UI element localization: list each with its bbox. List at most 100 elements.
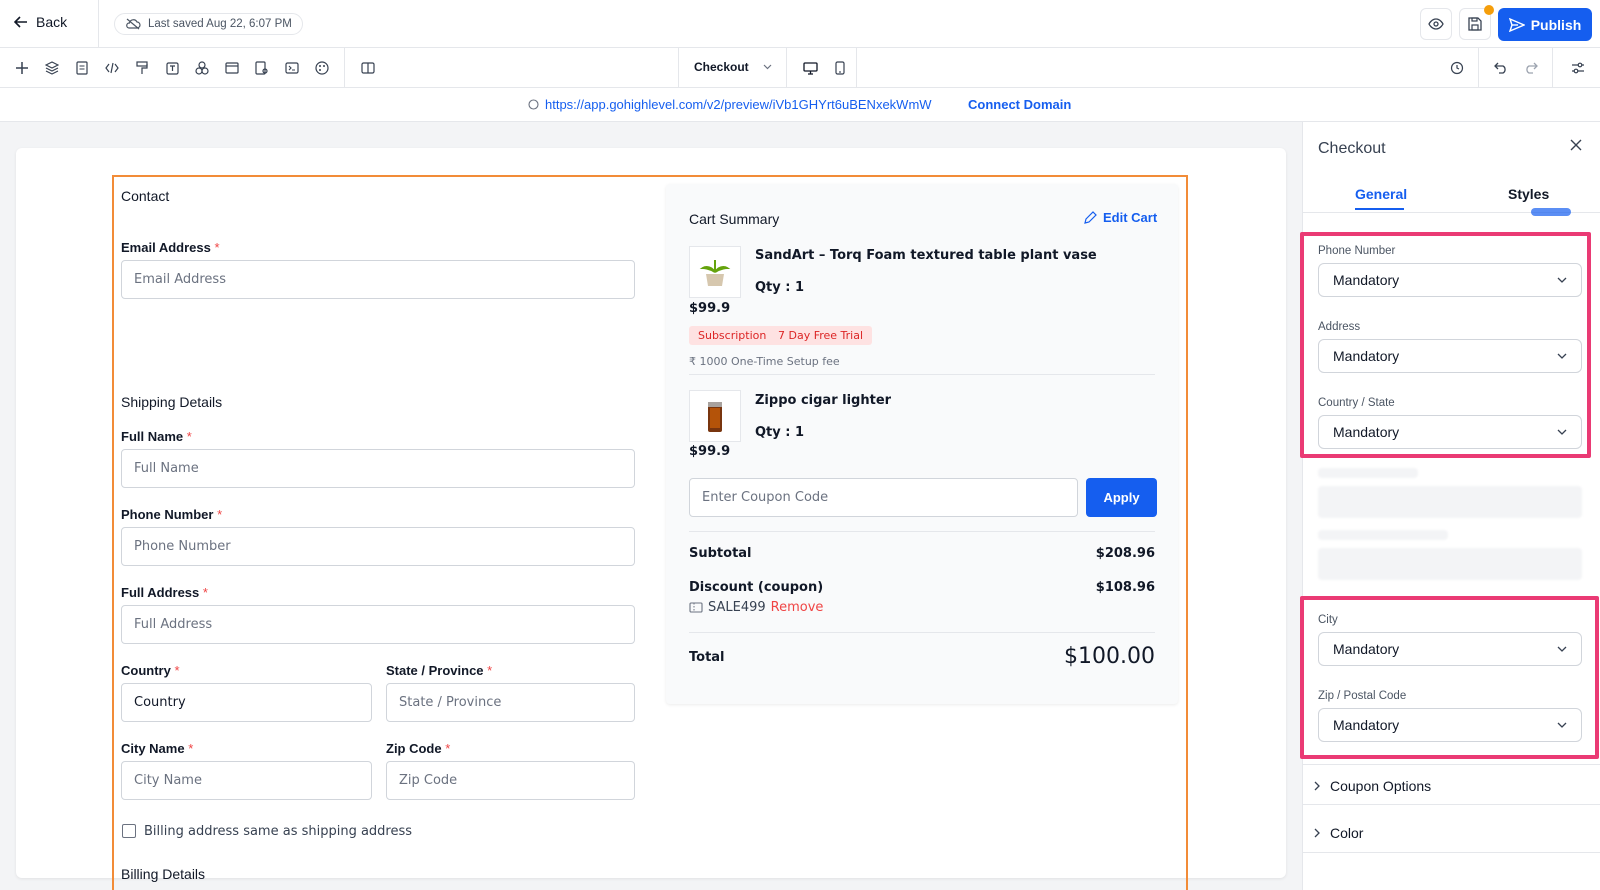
cart-summary-title: Cart Summary <box>689 211 780 227</box>
country-select[interactable]: Country <box>121 683 372 722</box>
discount-value: $108.96 <box>1095 580 1155 595</box>
coupon-code: SALE499 <box>708 600 766 615</box>
applied-coupon: SALE499 Remove <box>689 600 823 615</box>
layers-button[interactable] <box>41 57 63 79</box>
divider <box>786 48 787 88</box>
apply-coupon-button[interactable]: Apply <box>1086 478 1157 517</box>
city-setting-select[interactable]: Mandatory <box>1318 632 1582 666</box>
chevron-down-icon <box>1557 277 1567 283</box>
billing-same-label: Billing address same as shipping address <box>144 824 413 839</box>
country-state-setting-value: Mandatory <box>1333 424 1400 440</box>
city-label: City Name * <box>121 741 194 756</box>
total-label: Total <box>689 650 725 665</box>
country-label: Country * <box>121 663 180 678</box>
fullname-input[interactable]: Full Name <box>121 449 635 488</box>
zip-setting-select[interactable]: Mandatory <box>1318 708 1582 742</box>
billing-section-title: Billing Details <box>121 866 206 882</box>
last-saved-indicator: Last saved Aug 22, 6:07 PM <box>114 13 303 35</box>
preview-url-bar: https://app.gohighlevel.com/v2/preview/i… <box>0 88 1600 122</box>
fullname-label: Full Name * <box>121 429 192 444</box>
phone-icon <box>835 61 845 75</box>
redo-button[interactable] <box>1520 57 1542 79</box>
preview-url-link[interactable]: https://app.gohighlevel.com/v2/preview/i… <box>528 97 932 112</box>
active-tab-indicator <box>1355 208 1404 210</box>
ticket-icon <box>689 602 703 613</box>
zip-setting-label: Zip / Postal Code <box>1318 690 1407 702</box>
settings-toggle-button[interactable] <box>1567 57 1589 79</box>
connect-domain-link[interactable]: Connect Domain <box>968 97 1071 112</box>
coupon-options-section[interactable]: Coupon Options <box>1314 778 1431 794</box>
tab-styles[interactable]: Styles <box>1508 186 1549 202</box>
product-price: $99.9 <box>689 301 731 316</box>
close-panel-button[interactable] <box>1569 138 1583 155</box>
country-state-setting-label: Country / State <box>1318 397 1395 409</box>
code-button[interactable] <box>101 57 123 79</box>
remove-coupon-link[interactable]: Remove <box>771 600 824 615</box>
address-input[interactable]: Full Address <box>121 605 635 644</box>
desktop-view-button[interactable] <box>799 57 821 79</box>
form-search-icon <box>255 61 268 75</box>
state-label: State / Province * <box>386 663 493 678</box>
window-icon <box>225 62 239 74</box>
phone-label: Phone Number * <box>121 507 223 522</box>
country-state-setting-select[interactable]: Mandatory <box>1318 415 1582 449</box>
theme-button[interactable] <box>311 57 333 79</box>
page-selector-label: Checkout <box>694 60 749 74</box>
history-button[interactable] <box>1446 57 1468 79</box>
blurred-content <box>1318 486 1582 518</box>
trial-badge: 7 Day Free Trial <box>769 326 873 345</box>
subtotal-value: $208.96 <box>1095 546 1155 561</box>
mobile-view-button[interactable] <box>829 57 851 79</box>
layers-icon <box>45 61 59 75</box>
billing-same-checkbox[interactable] <box>122 824 136 838</box>
publish-button[interactable]: Publish <box>1498 8 1592 41</box>
send-icon <box>1508 17 1525 32</box>
back-button[interactable]: Back <box>14 14 67 30</box>
blurred-content <box>1318 548 1582 580</box>
section-button[interactable] <box>221 57 243 79</box>
add-element-button[interactable] <box>11 57 33 79</box>
phone-setting-select[interactable]: Mandatory <box>1318 263 1582 297</box>
color-section[interactable]: Color <box>1314 825 1363 841</box>
paint-button[interactable] <box>131 57 153 79</box>
paint-roller-icon <box>136 61 148 74</box>
phone-setting-value: Mandatory <box>1333 272 1400 288</box>
divider <box>98 0 99 48</box>
state-input[interactable]: State / Province <box>386 683 635 722</box>
city-setting-label: City <box>1318 614 1338 626</box>
city-setting-value: Mandatory <box>1333 641 1400 657</box>
redo-icon <box>1526 62 1538 74</box>
chevron-right-icon <box>1314 828 1320 838</box>
split-view-button[interactable] <box>357 57 379 79</box>
total-value: $100.00 <box>1064 644 1155 669</box>
zip-label: Zip Code * <box>386 741 451 756</box>
back-label: Back <box>36 14 68 30</box>
tab-general[interactable]: General <box>1355 186 1407 202</box>
setup-fee-text: ₹ 1000 One-Time Setup fee <box>689 355 840 368</box>
pages-button[interactable] <box>71 57 93 79</box>
forms-button[interactable] <box>251 57 273 79</box>
toggle-switch[interactable] <box>1531 208 1571 216</box>
coupon-input[interactable]: Enter Coupon Code <box>689 478 1078 517</box>
preview-button[interactable] <box>1420 8 1452 40</box>
undo-button[interactable] <box>1490 57 1512 79</box>
text-button[interactable] <box>161 57 183 79</box>
email-input[interactable]: Email Address <box>121 260 635 299</box>
shapes-icon <box>195 61 209 75</box>
shapes-button[interactable] <box>191 57 213 79</box>
edit-cart-button[interactable]: Edit Cart <box>1084 210 1157 225</box>
city-input[interactable]: City Name <box>121 761 372 800</box>
divider <box>678 48 679 88</box>
address-setting-select[interactable]: Mandatory <box>1318 339 1582 373</box>
zip-input[interactable]: Zip Code <box>386 761 635 800</box>
terminal-button[interactable] <box>281 57 303 79</box>
page-selector[interactable]: Checkout <box>694 60 772 74</box>
shipping-section-title: Shipping Details <box>121 394 223 410</box>
product-qty: Qty : 1 <box>755 280 805 295</box>
email-label: Email Address * <box>121 240 220 255</box>
product-name: SandArt – Torq Foam textured table plant… <box>755 248 1097 263</box>
element-settings-panel: Checkout General Styles Phone Number Man… <box>1300 122 1600 890</box>
phone-input[interactable]: Phone Number <box>121 527 635 566</box>
cart-summary: Cart Summary Edit Cart SandArt – Torq Fo… <box>666 184 1178 704</box>
subscription-badge: Subscription <box>689 326 776 345</box>
